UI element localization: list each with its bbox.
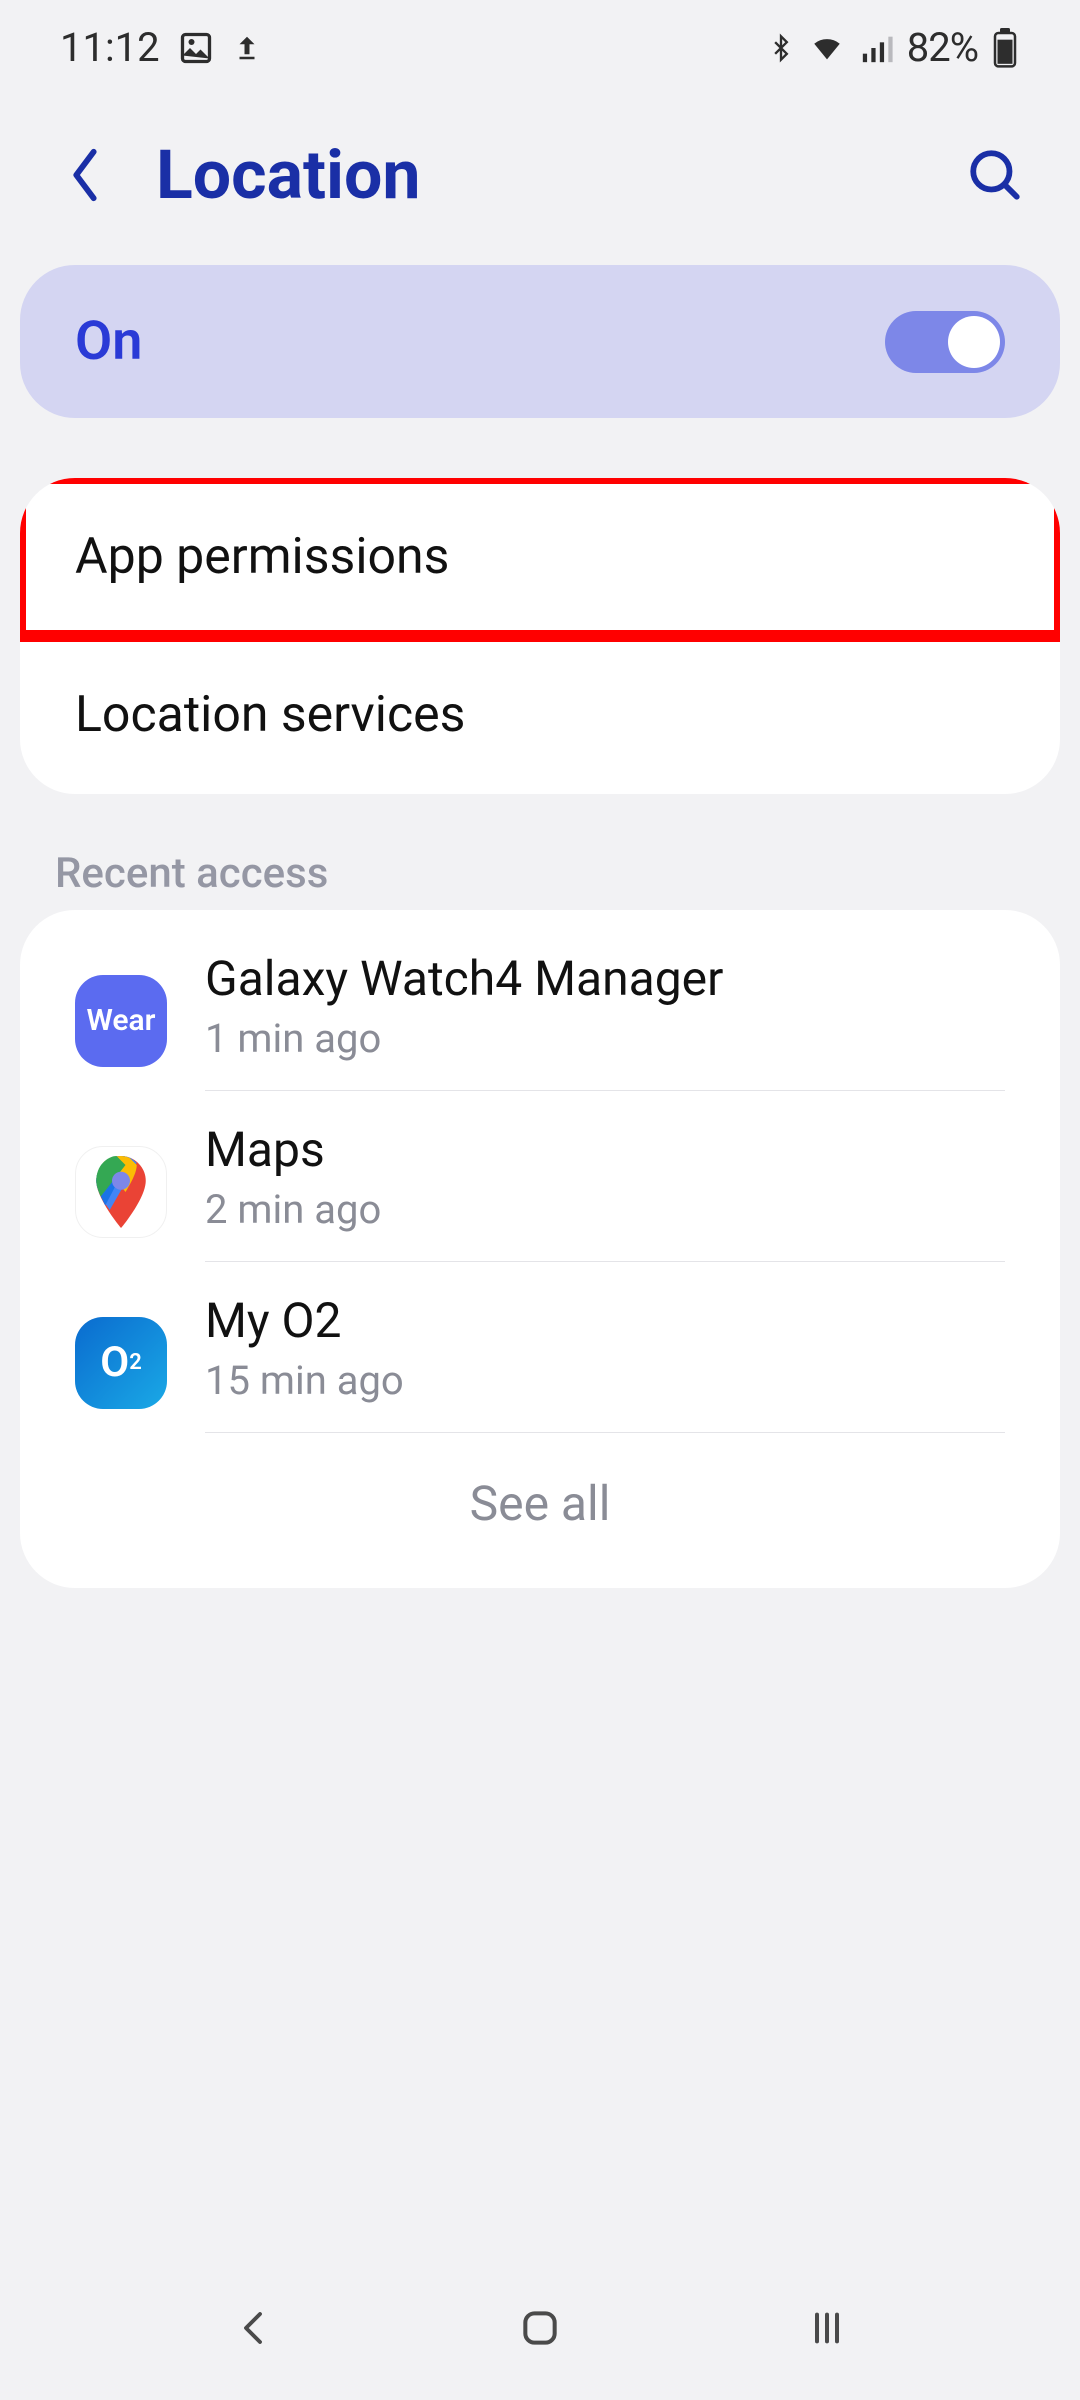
- app-name: My O2: [205, 1292, 1005, 1349]
- upload-icon: [232, 30, 262, 66]
- recent-access-card: Wear Galaxy Watch4 Manager 1 min ago Map…: [20, 910, 1060, 1588]
- see-all-button[interactable]: See all: [20, 1433, 1060, 1568]
- wifi-icon: [807, 31, 847, 65]
- nav-recents-button[interactable]: [787, 2288, 867, 2368]
- app-name: Maps: [205, 1121, 1005, 1178]
- setting-label: Location services: [75, 686, 465, 744]
- recent-item[interactable]: Maps 2 min ago: [20, 1091, 1060, 1262]
- app-icon-myo2: O2: [75, 1317, 167, 1409]
- location-master-toggle-row[interactable]: On: [20, 265, 1060, 418]
- app-name: Galaxy Watch4 Manager: [205, 950, 1005, 1007]
- app-icon-wear: Wear: [75, 975, 167, 1067]
- app-time: 1 min ago: [205, 1015, 1005, 1062]
- recent-access-header: Recent access: [55, 849, 1080, 898]
- app-time: 15 min ago: [205, 1357, 1005, 1404]
- battery-icon: [990, 28, 1020, 68]
- recent-item[interactable]: Wear Galaxy Watch4 Manager 1 min ago: [20, 920, 1060, 1091]
- nav-back-button[interactable]: [213, 2288, 293, 2368]
- app-time: 2 min ago: [205, 1186, 1005, 1233]
- toggle-switch[interactable]: [885, 311, 1005, 373]
- bluetooth-icon: [767, 29, 795, 67]
- toggle-label: On: [75, 310, 142, 373]
- picture-icon: [178, 30, 214, 66]
- status-time: 11:12: [60, 24, 160, 71]
- app-permissions-row[interactable]: App permissions: [20, 478, 1060, 636]
- battery-percentage: 82%: [907, 24, 978, 71]
- back-button[interactable]: [50, 140, 120, 210]
- status-bar: 11:12 82%: [0, 0, 1080, 95]
- location-services-row[interactable]: Location services: [20, 636, 1060, 794]
- search-button[interactable]: [960, 140, 1030, 210]
- navigation-bar: [0, 2270, 1080, 2400]
- header: Location: [0, 95, 1080, 265]
- setting-label: App permissions: [75, 528, 449, 586]
- app-icon-maps: [75, 1146, 167, 1238]
- settings-card: App permissions Location services: [20, 478, 1060, 794]
- recent-item[interactable]: O2 My O2 15 min ago: [20, 1262, 1060, 1433]
- signal-icon: [859, 31, 895, 65]
- page-title: Location: [156, 135, 924, 215]
- nav-home-button[interactable]: [500, 2288, 580, 2368]
